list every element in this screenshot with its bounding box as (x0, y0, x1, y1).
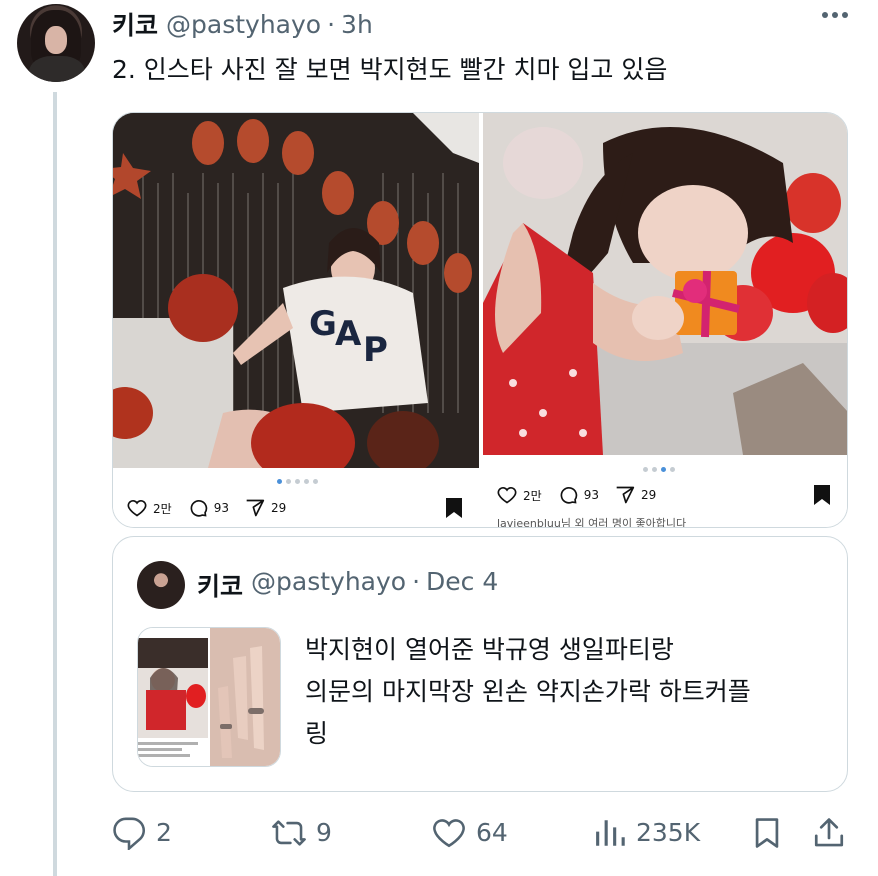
avatar-face (45, 26, 67, 54)
like-count: 64 (476, 818, 508, 847)
tweet-time[interactable]: 3h (341, 10, 373, 39)
ig-action-bar-right: 2만 93 29 (497, 485, 666, 505)
author-handle[interactable]: @pastyhayo (166, 10, 321, 39)
more-icon[interactable] (822, 12, 848, 18)
ig-comment-icon (190, 500, 207, 517)
ig-bookmark-icon (446, 498, 462, 518)
media-grid[interactable]: G A P 2만 93 29 2만 93 29 lavieenbluu님 외 여… (112, 112, 848, 528)
ig-action-bar-left: 2만 93 29 (127, 498, 296, 518)
quote-thumbnail[interactable] (137, 627, 281, 767)
tweet-header: 키코 @pastyhayo · 3h (112, 6, 373, 42)
ig-like-icon (497, 486, 517, 504)
ig-share-icon (616, 486, 635, 504)
ig-like-count: 2만 (523, 488, 542, 503)
svg-text:G: G (309, 304, 337, 344)
reply-button[interactable]: 2 (112, 816, 172, 850)
retweet-count: 9 (316, 818, 332, 847)
carousel-dots-right (643, 467, 675, 472)
photo-red-dress-gift (483, 113, 847, 455)
ig-share-icon (246, 499, 265, 517)
like-icon (433, 819, 465, 848)
share-button[interactable] (812, 816, 846, 850)
quote-author-name[interactable]: 키코 (197, 567, 243, 603)
thread-line (53, 92, 57, 876)
quote-header: 키코 @pastyhayo · Dec 4 (197, 567, 498, 603)
media-left[interactable]: G A P 2만 93 29 (113, 113, 479, 527)
author-avatar[interactable] (17, 4, 95, 82)
quote-author-avatar[interactable] (137, 561, 185, 609)
ig-comment-icon (560, 487, 577, 504)
ig-bookmark-icon (814, 485, 830, 505)
photo-party-gap-shirt: G A P (113, 113, 479, 468)
tweet-text: 2. 인스타 사진 잘 보면 박지현도 빨간 치마 입고 있음 (112, 55, 668, 84)
media-right[interactable]: 2만 93 29 lavieenbluu님 외 여러 명이 좋아합니다 (483, 113, 847, 528)
quote-date[interactable]: Dec 4 (426, 567, 498, 603)
author-name[interactable]: 키코 (112, 6, 158, 42)
retweet-icon (272, 820, 306, 846)
ig-comment-count: 93 (583, 488, 599, 502)
quote-separator-dot: · (412, 567, 421, 596)
retweet-button[interactable]: 9 (272, 816, 332, 850)
ig-caption: lavieenbluu님 외 여러 명이 좋아합니다 (497, 517, 687, 528)
reply-count: 2 (156, 818, 172, 847)
avatar-body (29, 56, 85, 82)
quote-tweet[interactable]: 키코 @pastyhayo · Dec 4 박지현이 열어준 박규영 생일파티랑… (112, 536, 848, 792)
ig-share-count: 29 (270, 501, 287, 515)
tweet-action-bar: 2 9 64 235K (112, 816, 852, 860)
quote-text-line: 링 (305, 719, 329, 748)
separator-dot: · (327, 9, 336, 39)
ig-share-count: 29 (640, 488, 657, 502)
views-count: 235K (636, 818, 701, 847)
quote-text-line: 의문의 마지막장 왼손 약지손가락 하트커플 (305, 677, 751, 706)
views-icon (596, 820, 625, 846)
share-icon (814, 818, 844, 847)
quote-text: 박지현이 열어준 박규영 생일파티랑 의문의 마지막장 왼손 약지손가락 하트커… (305, 629, 825, 755)
svg-text:P: P (363, 330, 388, 370)
like-button[interactable]: 64 (432, 816, 508, 850)
quote-author-handle[interactable]: @pastyhayo (251, 567, 406, 603)
quote-text-line: 박지현이 열어준 박규영 생일파티랑 (305, 635, 674, 664)
carousel-dots (277, 479, 318, 484)
ig-like-icon (127, 499, 147, 517)
bookmark-button[interactable] (750, 816, 784, 850)
views-button[interactable]: 235K (592, 816, 700, 850)
reply-icon (113, 817, 145, 850)
bookmark-icon (755, 818, 779, 848)
ig-like-count: 2만 (153, 501, 172, 516)
svg-text:A: A (335, 314, 362, 354)
ig-comment-count: 93 (213, 501, 229, 515)
